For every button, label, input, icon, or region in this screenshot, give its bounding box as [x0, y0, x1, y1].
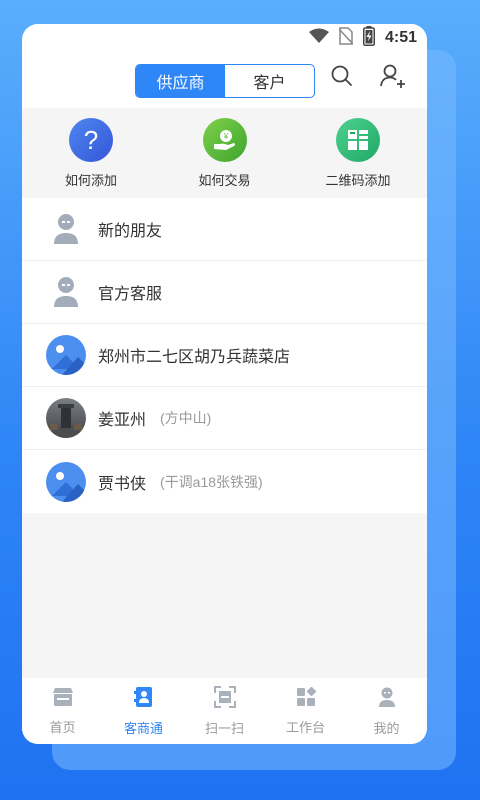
image-placeholder-icon	[46, 461, 86, 502]
qrcode-icon	[336, 118, 380, 162]
status-time: 4:51	[384, 29, 417, 46]
contact-name: 郑州市二七区胡乃兵蔬菜店	[98, 349, 291, 366]
grid-icon	[296, 686, 316, 712]
photo-avatar	[46, 398, 86, 438]
wifi-icon	[308, 28, 329, 49]
scan-icon	[213, 685, 236, 713]
bottom-tab-bar: 首页 客商通 扫一扫 工作台 我的	[22, 678, 427, 744]
contact-name: 官方客服	[98, 286, 163, 303]
user-icon	[377, 686, 397, 713]
contacts-book-icon	[133, 686, 154, 713]
list-item-official-service[interactable]: 官方客服	[22, 261, 427, 324]
add-contact-icon[interactable]	[378, 62, 406, 90]
quick-action-label: 如何添加	[64, 173, 117, 188]
app-screen: 4:51 供应商 客户 ? 如何添加 ¥ 如何交易 二维码添加 新的朋友 官方客…	[22, 24, 427, 744]
svg-text:¥: ¥	[222, 132, 228, 141]
contact-name: 姜亚州	[98, 412, 147, 429]
person-icon	[46, 209, 86, 249]
quick-action-label: 如何交易	[198, 173, 251, 188]
store-icon	[52, 687, 74, 712]
person-icon	[46, 272, 86, 312]
tab-home[interactable]: 首页	[28, 687, 98, 736]
tab-label: 首页	[49, 719, 76, 735]
contact-name: 新的朋友	[98, 223, 163, 240]
list-item-new-friends[interactable]: 新的朋友	[22, 198, 427, 261]
segment-control: 供应商 客户	[135, 64, 315, 98]
tab-label: 客商通	[123, 720, 163, 736]
no-sim-icon	[338, 26, 354, 50]
contact-list: 新的朋友 官方客服 郑州市二七区胡乃兵蔬菜店 姜亚州 (方中山) 贾书侠 (干调…	[22, 198, 427, 513]
contact-subtitle: (方中山)	[160, 410, 212, 426]
status-bar: 4:51	[22, 24, 427, 52]
contact-name: 贾书侠	[98, 475, 147, 493]
quick-action-how-to-add[interactable]: ? 如何添加	[56, 118, 126, 198]
svg-text:?: ?	[84, 126, 98, 154]
list-item-contact[interactable]: 贾书侠 (干调a18张铁强)	[22, 450, 427, 513]
tab-label: 工作台	[285, 719, 325, 735]
money-hand-icon: ¥	[202, 118, 247, 162]
quick-actions: ? 如何添加 ¥ 如何交易 二维码添加	[22, 108, 427, 198]
segment-suppliers[interactable]: 供应商	[136, 65, 225, 97]
tab-me[interactable]: 我的	[352, 686, 422, 737]
tab-label: 我的	[373, 720, 400, 736]
question-icon: ?	[69, 118, 113, 162]
segment-customers[interactable]: 客户	[225, 65, 314, 97]
header: 供应商 客户	[22, 52, 427, 108]
tab-workbench[interactable]: 工作台	[271, 686, 341, 736]
tab-contacts[interactable]: 客商通	[109, 686, 179, 737]
quick-action-how-to-trade[interactable]: ¥ 如何交易	[190, 118, 260, 198]
contact-subtitle: (干调a18张铁强)	[160, 473, 263, 490]
image-placeholder-icon	[46, 335, 86, 375]
battery-icon	[362, 25, 375, 51]
quick-action-qrcode-add[interactable]: 二维码添加	[323, 118, 393, 198]
search-icon[interactable]	[328, 62, 356, 90]
tab-scan[interactable]: 扫一扫	[190, 685, 260, 737]
tab-label: 扫一扫	[204, 720, 244, 736]
list-item-contact[interactable]: 姜亚州 (方中山)	[22, 387, 427, 450]
quick-action-label: 二维码添加	[325, 173, 391, 188]
list-item-contact[interactable]: 郑州市二七区胡乃兵蔬菜店	[22, 324, 427, 387]
